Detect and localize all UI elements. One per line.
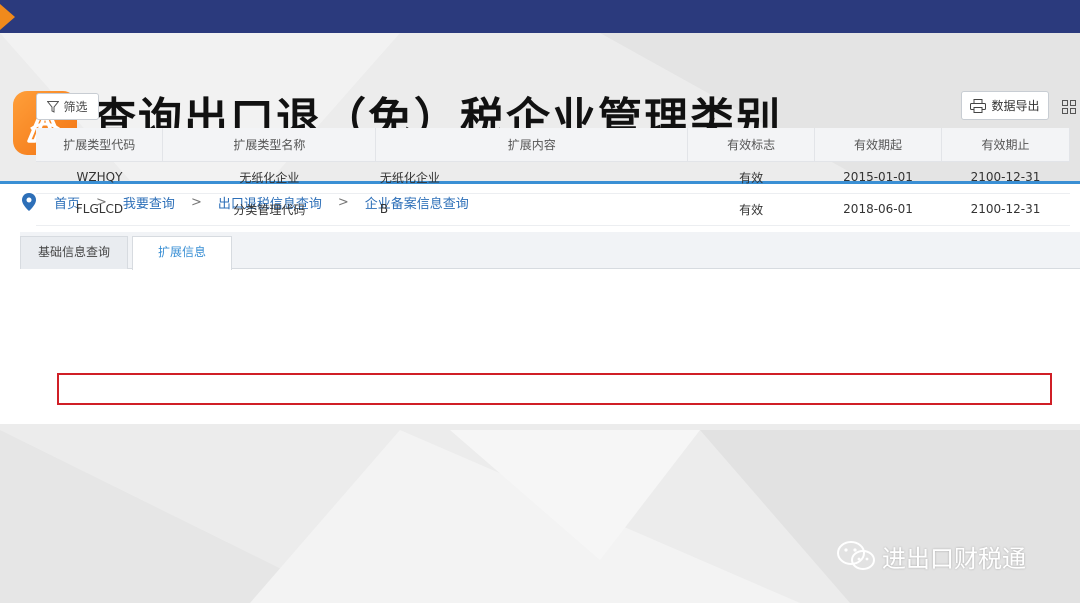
highlight-annotation-box — [57, 373, 1052, 405]
extended-info-table: 扩展类型代码 扩展类型名称 扩展内容 有效标志 有效期起 有效期止 WZHQY … — [36, 128, 1070, 226]
column-header[interactable]: 扩展类型名称 — [162, 128, 377, 162]
export-button[interactable]: 数据导出 — [961, 91, 1049, 120]
watermark-text: 进出口财税通 — [882, 544, 1026, 573]
table-cell: 无纸化企业 — [375, 161, 688, 194]
printer-icon — [970, 98, 987, 113]
table-cell: 分类管理代码 — [162, 193, 376, 226]
table-cell: FLGLCD — [36, 193, 163, 226]
export-button-label: 数据导出 — [991, 99, 1040, 113]
top-banner — [0, 0, 1080, 33]
wechat-watermark: 进出口财税通 — [836, 538, 1026, 574]
table-row[interactable]: FLGLCD 分类管理代码 B 有效 2018-06-01 2100-12-31 — [36, 193, 1070, 226]
location-pin-icon — [22, 193, 36, 211]
tab-basic-info[interactable]: 基础信息查询 — [20, 236, 128, 269]
filter-button-label: 筛选 — [63, 100, 88, 114]
table-cell: 有效 — [687, 193, 815, 226]
filter-button[interactable]: 筛选 — [36, 93, 99, 120]
chevron-accent-icon — [0, 4, 15, 30]
tab-extended-info[interactable]: 扩展信息 — [132, 236, 232, 270]
table-cell: B — [375, 193, 688, 226]
table-header-row: 扩展类型代码 扩展类型名称 扩展内容 有效标志 有效期起 有效期止 — [36, 128, 1070, 162]
table-cell: 2100-12-31 — [941, 193, 1070, 226]
column-header[interactable]: 有效期起 — [814, 128, 943, 162]
column-header[interactable]: 扩展类型代码 — [36, 128, 164, 162]
tab-bar: 基础信息查询 扩展信息 — [20, 232, 1080, 270]
table-cell: 2018-06-01 — [814, 193, 942, 226]
table-cell: 无纸化企业 — [162, 161, 376, 194]
filter-icon — [47, 100, 60, 113]
column-header[interactable]: 有效期止 — [941, 128, 1070, 162]
table-cell: WZHQY — [36, 161, 163, 194]
table-cell: 2015-01-01 — [814, 161, 942, 194]
table-cell: 有效 — [687, 161, 815, 194]
column-header[interactable]: 有效标志 — [687, 128, 816, 162]
table-cell: 2100-12-31 — [941, 161, 1070, 194]
column-header[interactable]: 扩展内容 — [375, 128, 689, 162]
column-settings-icon[interactable] — [1062, 100, 1076, 114]
wechat-icon — [837, 541, 875, 570]
table-row[interactable]: WZHQY 无纸化企业 无纸化企业 有效 2015-01-01 2100-12-… — [36, 161, 1070, 194]
